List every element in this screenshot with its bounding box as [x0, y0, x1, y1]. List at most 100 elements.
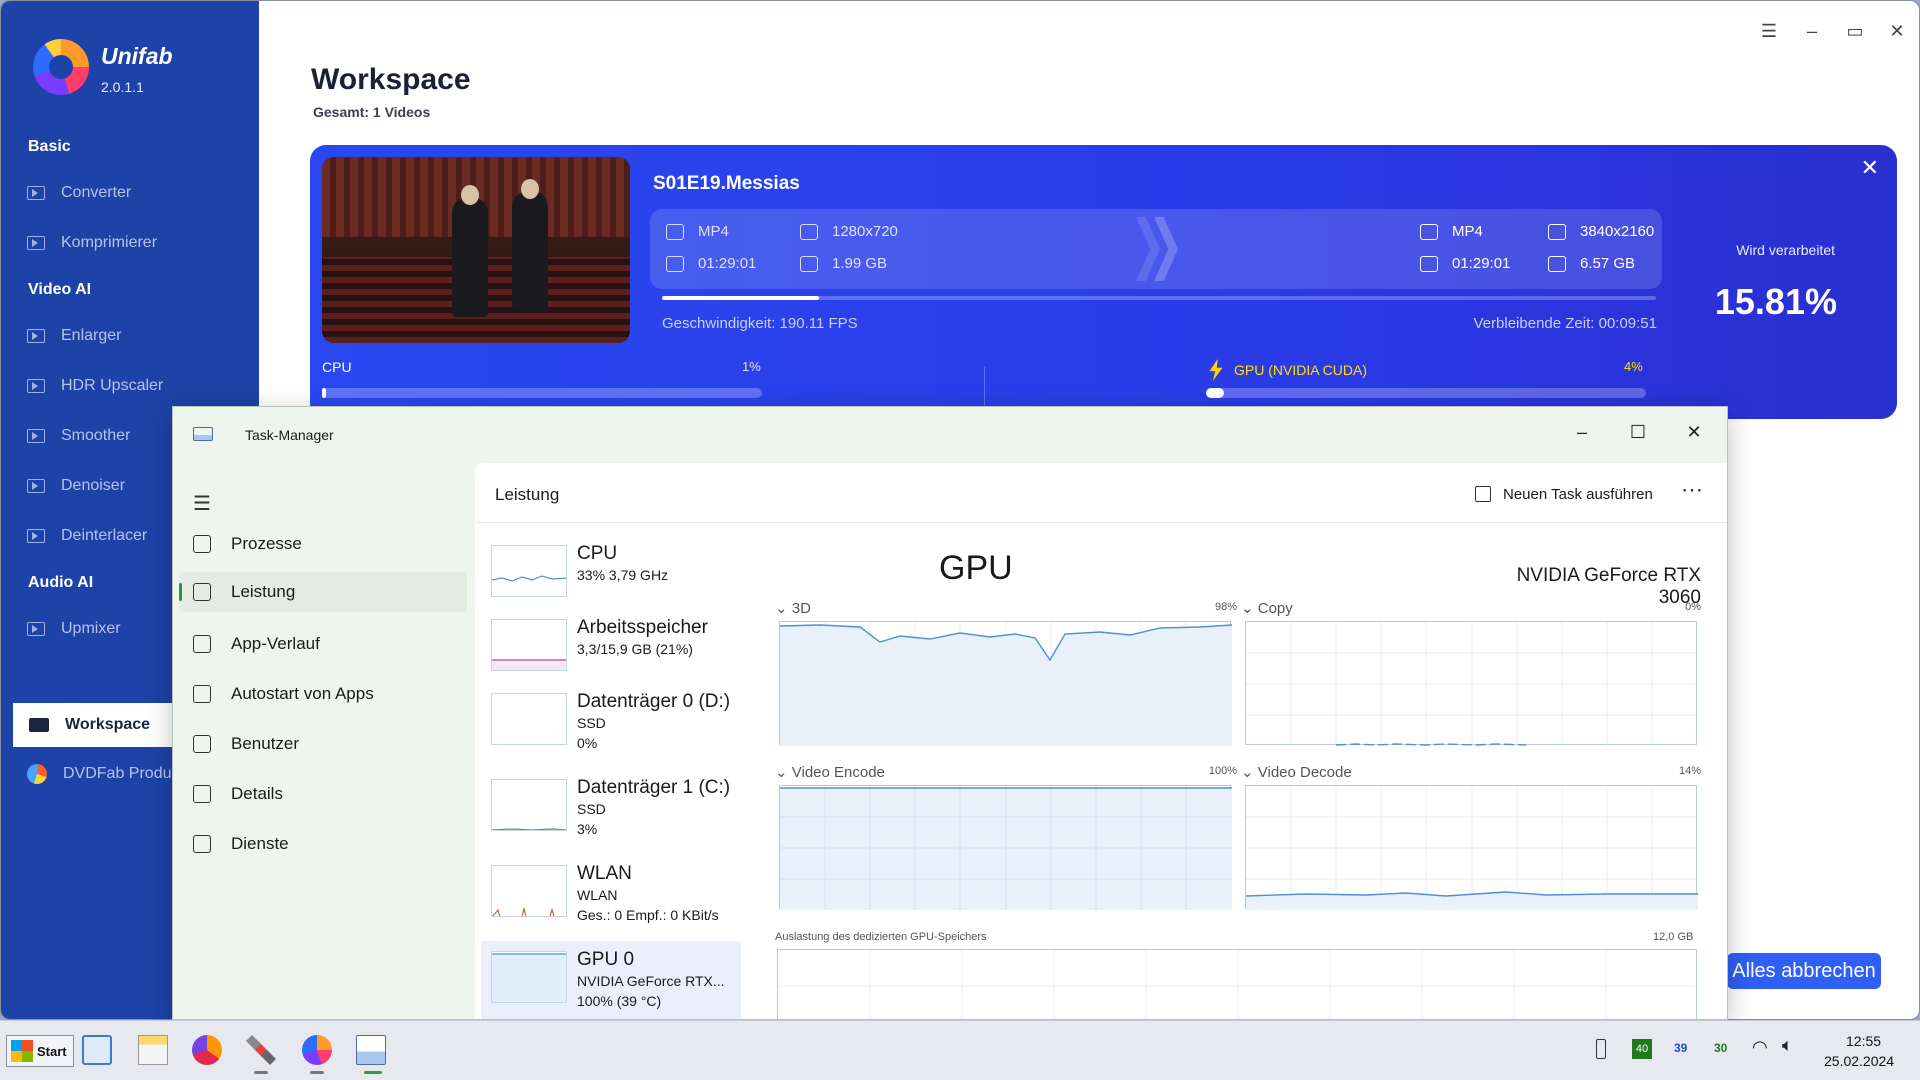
- sidebar-item-hdr-upscaler[interactable]: HDR Upscaler: [27, 368, 257, 404]
- perf-detail: 3%: [577, 821, 598, 837]
- perf-item-memory[interactable]: Arbeitsspeicher 3,3/15,9 GB (21%): [481, 609, 741, 693]
- minimize-button[interactable]: –: [1800, 19, 1824, 43]
- services-icon: [193, 835, 211, 853]
- tm-nav-performance[interactable]: Leistung: [179, 572, 467, 612]
- tm-nav-processes[interactable]: Prozesse: [179, 524, 467, 564]
- output-size: 6.57 GB: [1548, 255, 1635, 272]
- input-size: 1.99 GB: [800, 255, 887, 272]
- input-resolution: 1280x720: [800, 223, 898, 240]
- folder-icon: [800, 255, 818, 272]
- sidebar-item-enlarger[interactable]: Enlarger: [27, 318, 257, 354]
- volume-icon[interactable]: 🔈︎: [1782, 1035, 1793, 1056]
- sidebar-item-label: Deinterlacer: [61, 527, 148, 544]
- cpu-percent: 1%: [742, 359, 761, 374]
- graph-video-encode[interactable]: ⌄ Video Encode 100%: [775, 763, 1237, 910]
- job-status: Wird verarbeitet: [1736, 242, 1835, 258]
- graph-3d[interactable]: ⌄ 3D 98%: [775, 599, 1237, 746]
- tray-indicator-a[interactable]: 40: [1632, 1039, 1652, 1059]
- sidebar-item-label: Enlarger: [61, 327, 122, 344]
- perf-detail: SSD: [577, 801, 606, 817]
- gpu-memory-label: Auslastung des dedizierten GPU-Speichers: [775, 931, 987, 943]
- tm-header-title: Leistung: [495, 485, 560, 504]
- video-thumbnail[interactable]: [322, 157, 630, 343]
- graph-max: 0%: [1685, 601, 1701, 613]
- graph-label: ⌄ Video Decode: [1241, 764, 1352, 781]
- folder-icon: [1548, 255, 1566, 272]
- sidebar-item-label: Upmixer: [61, 620, 121, 637]
- section-audio-ai: Audio AI: [28, 574, 94, 591]
- tm-nav-services[interactable]: Dienste: [179, 824, 467, 864]
- performance-icon: [193, 583, 211, 601]
- wifi-icon[interactable]: ◠: [1752, 1037, 1768, 1058]
- close-job-button[interactable]: ✕: [1861, 155, 1879, 181]
- clock-date[interactable]: 25.02.2024: [1824, 1053, 1894, 1069]
- deinterlace-icon: [27, 529, 45, 543]
- tray-indicator-b[interactable]: 39: [1674, 1041, 1687, 1055]
- graph-label: ⌄ 3D: [775, 600, 811, 617]
- taskbar-app-files-icon[interactable]: [138, 1035, 168, 1065]
- task-manager-window: Task-Manager – ☐ ✕ ☰ Prozesse Leistung A…: [172, 406, 1728, 1020]
- usb-icon[interactable]: [1596, 1039, 1606, 1059]
- gpu-label: GPU (NVIDIA CUDA): [1208, 359, 1367, 381]
- new-task-icon: [1475, 486, 1491, 502]
- perf-item-wlan[interactable]: WLAN WLAN Ges.: 0 Empf.: 0 KBit/s: [481, 855, 741, 939]
- disk1-mini-graph: [491, 779, 567, 831]
- tm-maximize-button[interactable]: ☐: [1621, 417, 1655, 447]
- tm-title: Task-Manager: [245, 427, 334, 443]
- enlarge-icon: [27, 329, 45, 343]
- perf-item-disk1[interactable]: Datenträger 1 (C:) SSD 3%: [481, 769, 741, 853]
- disk0-mini-graph: [491, 693, 567, 745]
- tm-nav-users[interactable]: Benutzer: [179, 724, 467, 764]
- tm-close-button[interactable]: ✕: [1677, 417, 1711, 447]
- hamburger-menu-icon[interactable]: ☰: [193, 491, 211, 516]
- tm-nav-details[interactable]: Details: [179, 774, 467, 814]
- taskbar-app-notes-icon[interactable]: [82, 1035, 112, 1065]
- hdr-icon: [27, 379, 45, 393]
- sidebar-item-converter[interactable]: Converter: [27, 175, 257, 211]
- perf-item-gpu0[interactable]: GPU 0 NVIDIA GeForce RTX... 100% (39 °C): [481, 941, 741, 1019]
- menu-icon[interactable]: ☰: [1757, 19, 1781, 43]
- graph-video-encode-area: [779, 785, 1232, 910]
- tray-indicator-c[interactable]: 30: [1714, 1041, 1727, 1055]
- cpu-usage-fill: [322, 388, 327, 398]
- perf-item-disk0[interactable]: Datenträger 0 (D:) SSD 0%: [481, 683, 741, 767]
- more-options-icon[interactable]: ⋯: [1681, 477, 1703, 503]
- maximize-button[interactable]: ▭: [1843, 19, 1867, 43]
- cpu-usage-bar: [322, 388, 762, 398]
- perf-name: GPU 0: [577, 949, 635, 970]
- perf-detail: WLAN: [577, 887, 618, 903]
- tm-nav-autostart[interactable]: Autostart von Apps: [179, 674, 467, 714]
- new-task-button[interactable]: Neuen Task ausführen: [1475, 483, 1653, 505]
- remaining-time: Verbleibende Zeit: 00:09:51: [1473, 315, 1657, 332]
- job-percent: 15.81%: [1714, 281, 1837, 322]
- details-icon: [193, 785, 211, 803]
- start-button[interactable]: Start: [6, 1035, 74, 1067]
- taskbar-app-firefox-icon[interactable]: [192, 1035, 222, 1065]
- job-progress-bar: [662, 296, 1656, 300]
- tm-titlebar[interactable]: Task-Manager – ☐ ✕: [173, 407, 1727, 463]
- perf-detail: SSD: [577, 715, 606, 731]
- gpu-memory-graph: [777, 949, 1698, 1019]
- perf-name: WLAN: [577, 863, 632, 884]
- taskbar-app-tools-icon[interactable]: [246, 1035, 276, 1065]
- taskbar-app-task-manager-icon[interactable]: [356, 1035, 386, 1065]
- perf-item-cpu[interactable]: CPU 33% 3,79 GHz: [481, 535, 741, 619]
- unifab-brand: Unifab: [101, 43, 173, 69]
- denoise-icon: [27, 479, 45, 493]
- cancel-all-button[interactable]: Alles abbrechen: [1727, 953, 1881, 989]
- taskbar-app-unifab-icon[interactable]: [302, 1035, 332, 1065]
- dvdfab-icon: [27, 764, 47, 784]
- graph-copy[interactable]: ⌄ Copy 0%: [1241, 599, 1701, 746]
- sidebar-item-label: Smoother: [61, 427, 131, 444]
- graph-video-decode-area: [1245, 785, 1698, 910]
- tm-minimize-button[interactable]: –: [1565, 417, 1599, 447]
- cpu-label: CPU: [322, 359, 352, 375]
- sidebar-item-label: HDR Upscaler: [61, 377, 164, 394]
- sidebar-item-compressor[interactable]: Komprimierer: [27, 225, 257, 261]
- graph-video-decode[interactable]: ⌄ Video Decode 14%: [1241, 763, 1701, 910]
- sidebar-item-dvdfab[interactable]: DVDFab Produ: [27, 758, 172, 790]
- tm-nav-app-history[interactable]: App-Verlauf: [179, 624, 467, 664]
- tm-nav-label: Leistung: [231, 582, 296, 601]
- clock-time[interactable]: 12:55: [1846, 1033, 1881, 1049]
- close-button[interactable]: ✕: [1885, 19, 1909, 43]
